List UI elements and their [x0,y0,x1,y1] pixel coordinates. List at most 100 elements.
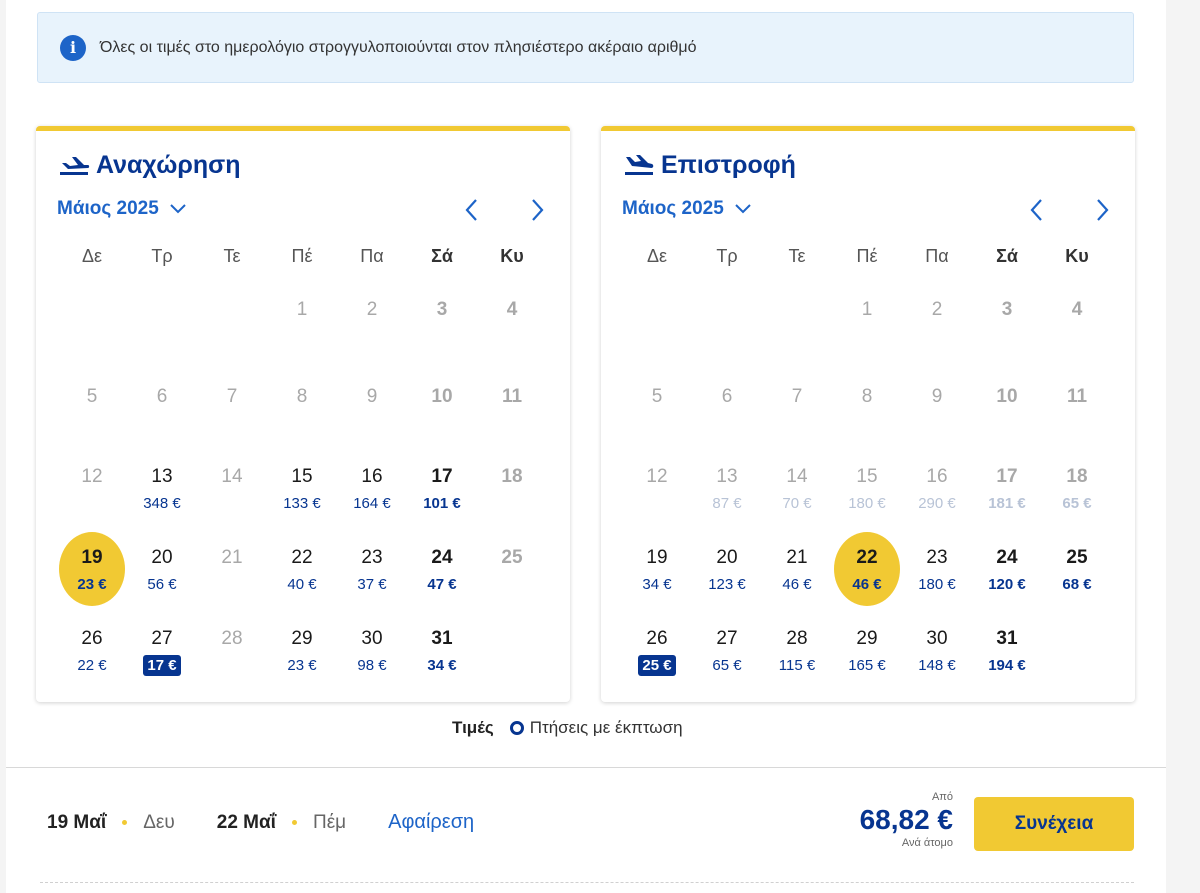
day-16[interactable]: 16 164 € [337,449,407,527]
day-number: 13 [716,466,738,487]
day-number: 19 [646,547,668,568]
day-13[interactable]: 13 348 € [127,449,197,527]
day-23[interactable]: 23 180 € [902,530,972,608]
price-value: 290 € [918,495,956,512]
return-next-month-button[interactable] [1088,195,1118,225]
calendar-cell: 15 133 € [267,448,337,529]
info-banner: i Όλες οι τιμές στο ημερολόγιο στρογγυλο… [37,12,1134,83]
empty-cell [197,281,267,368]
selected-day-19[interactable]: 19 23 € [57,530,127,608]
day-31[interactable]: 31 194 € [972,611,1042,689]
calendar-cell: 10 [972,368,1042,448]
day-2: 2 [337,282,407,360]
price-value: 34 € [642,576,672,593]
return-month-select[interactable]: Μάιος 2025 [622,198,752,220]
weekday-label: Σά [996,246,1018,266]
calendar-cell: 22 46 € [832,529,902,610]
legend-title: Τιμές [452,718,494,737]
day-19[interactable]: 19 34 € [622,530,692,608]
day-number: 25 [501,547,523,568]
calendar-cell: 31 34 € [407,610,477,690]
day-15: 15 180 € [832,449,902,527]
calendar-cell: 6 [692,368,762,448]
info-text: Όλες οι τιμές στο ημερολόγιο στρογγυλοπο… [100,38,697,56]
calendar-cell: 7 [762,368,832,448]
weekday-label: Δε [646,246,668,266]
day-28[interactable]: 28 115 € [762,611,832,689]
day-number: 11 [501,386,523,407]
remove-link[interactable]: Αφαίρεση [388,811,474,834]
day-24[interactable]: 24 47 € [407,530,477,608]
continue-button[interactable]: Συνέχεια [974,797,1134,851]
day-22[interactable]: 22 40 € [267,530,337,608]
day-number: 27 [716,628,738,649]
day-27[interactable]: 27 17 € [127,611,197,689]
day-26[interactable]: 26 22 € [57,611,127,689]
day-12: 12 [57,449,127,527]
day-14: 14 [197,449,267,527]
return-prev-month-button[interactable] [1021,195,1051,225]
day-7: 7 [762,369,832,447]
day-15[interactable]: 15 133 € [267,449,337,527]
calendar-cell: 16 290 € [902,448,972,529]
summary-depart-day: Δευ [143,811,175,833]
day-23[interactable]: 23 37 € [337,530,407,608]
day-24[interactable]: 24 120 € [972,530,1042,608]
day-number: 22 [856,547,878,568]
day-30[interactable]: 30 148 € [902,611,972,689]
departure-month-select[interactable]: Μάιος 2025 [57,198,187,220]
day-8: 8 [267,369,337,447]
day-price: 98 € [337,655,407,676]
legend-label: Πτήσεις με έκπτωση [529,718,683,737]
day-20[interactable]: 20 56 € [127,530,197,608]
day-number: 19 [81,547,103,568]
weekday-label: Σά [431,246,453,266]
day-number: 12 [81,466,103,487]
day-price: 22 € [57,655,127,676]
plane-departure-icon [60,156,90,175]
day-number: 3 [436,299,448,320]
day-number: 29 [291,628,313,649]
dashed-divider [40,882,1134,883]
price-value: 98 € [357,657,387,674]
day-17[interactable]: 17 101 € [407,449,477,527]
day-27[interactable]: 27 65 € [692,611,762,689]
calendar-cell: 9 [902,368,972,448]
departure-prev-month-button[interactable] [456,195,486,225]
day-14: 14 70 € [762,449,832,527]
day-28: 28 [197,611,267,689]
day-1: 1 [832,282,902,360]
calendar-cell: 31 194 € [972,610,1042,690]
price-value: 164 € [353,495,391,512]
day-16: 16 290 € [902,449,972,527]
from-label: Από [931,791,953,803]
day-number: 17 [431,466,453,487]
weekday-label: Πέ [856,246,878,266]
day-31[interactable]: 31 34 € [407,611,477,689]
calendar-cell: 26 22 € [57,610,127,690]
weekday-label: Κυ [1065,246,1089,266]
calendar-cell: 26 25 € [622,610,692,690]
day-number: 7 [226,386,238,407]
day-20[interactable]: 20 123 € [692,530,762,608]
selected-day-22[interactable]: 22 46 € [832,530,902,608]
day-number: 23 [926,547,948,568]
weekday-label: Πα [925,246,949,266]
day-number: 15 [856,466,878,487]
day-26[interactable]: 26 25 € [622,611,692,689]
departure-next-month-button[interactable] [523,195,553,225]
day-29[interactable]: 29 165 € [832,611,902,689]
day-29[interactable]: 29 23 € [267,611,337,689]
day-21[interactable]: 21 46 € [762,530,832,608]
plane-arrival-icon [625,154,654,175]
price-value: 180 € [918,576,956,593]
weekday-label: Τε [788,246,806,266]
day-price: 46 € [832,574,902,595]
day-number: 8 [861,386,873,407]
dot-separator-icon [122,820,128,825]
day-number: 31 [431,628,453,649]
price-value: 180 € [848,495,886,512]
day-25[interactable]: 25 68 € [1042,530,1112,608]
price-legend: Τιμές Πτήσεις με έκπτωση [452,718,683,738]
day-30[interactable]: 30 98 € [337,611,407,689]
